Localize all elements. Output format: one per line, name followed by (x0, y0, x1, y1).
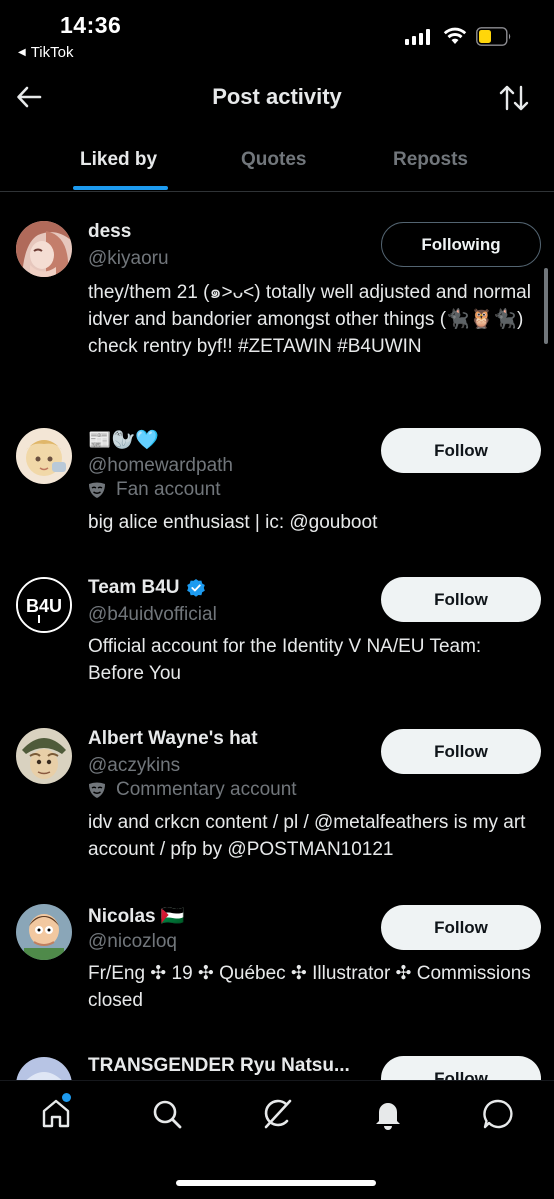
user-name[interactable]: TRANSGENDER Ryu Natsu... (88, 1055, 350, 1077)
user-handle: @b4uidvofficial (88, 604, 217, 625)
user-name[interactable]: dess (88, 221, 131, 243)
follow-button[interactable]: Follow (381, 428, 541, 473)
home-icon[interactable] (39, 1097, 73, 1131)
cellular-signal-icon (405, 29, 430, 45)
avatar[interactable]: B4U (16, 577, 72, 633)
follow-button[interactable]: Follow (381, 577, 541, 622)
back-app-label: TikTok (30, 44, 74, 61)
mask-icon (89, 782, 105, 798)
account-label: Fan account (88, 479, 221, 501)
scrollbar-thumb[interactable] (544, 268, 548, 344)
wifi-icon (443, 27, 467, 44)
search-icon[interactable] (150, 1097, 184, 1131)
user-bio: they/them 21 (๑˃ᴗ˂) totally well adjuste… (88, 282, 531, 357)
grok-icon[interactable] (260, 1097, 294, 1131)
account-label-text: Commentary account (116, 779, 297, 800)
back-triangle-icon: ◀ (18, 47, 26, 58)
user-name[interactable]: 📰🦭🩵 (88, 428, 159, 452)
user-bio: idv and crkcn content / pl / @metalfeath… (88, 812, 526, 860)
notifications-bell-icon[interactable] (371, 1097, 405, 1131)
avatar[interactable] (16, 428, 72, 484)
user-handle: @nicozloq (88, 931, 177, 952)
notification-dot (62, 1093, 71, 1102)
user-name[interactable]: Team B4U (88, 577, 206, 599)
active-tab-indicator (73, 186, 168, 190)
home-indicator[interactable] (176, 1180, 376, 1186)
activity-tabs: Liked by Quotes Reposts (0, 135, 554, 192)
verified-badge-icon (186, 579, 205, 597)
user-bio: Official account for the Identity V NA/E… (88, 636, 482, 684)
svg-text:B4U: B4U (26, 596, 62, 616)
mask-icon (89, 482, 105, 498)
avatar[interactable] (16, 904, 72, 960)
liked-by-user-list[interactable]: dess @kiyaoru Following they/them 21 (๑˃… (0, 193, 554, 1080)
account-label: Commentary account (88, 779, 297, 801)
follow-button[interactable]: Follow (381, 729, 541, 774)
user-handle: @aczykins (88, 755, 181, 776)
follow-button[interactable]: Follow (381, 1056, 541, 1080)
page-header: Post activity (0, 70, 554, 130)
following-button[interactable]: Following (381, 222, 541, 267)
tab-reposts[interactable]: Reposts (393, 149, 468, 171)
user-name[interactable]: Nicolas 🇵🇸 (88, 904, 185, 928)
sort-arrows-icon[interactable] (498, 82, 530, 114)
status-time: 14:36 (60, 12, 122, 38)
avatar[interactable] (16, 1057, 72, 1080)
battery-icon (476, 27, 511, 46)
status-bar: 14:36 ◀ TikTok (0, 0, 554, 70)
user-bio: Fr/Eng ✣ 19 ✣ Québec ✣ Illustrator ✣ Com… (88, 963, 531, 1011)
avatar[interactable] (16, 221, 72, 277)
tab-liked-by[interactable]: Liked by (80, 149, 157, 171)
avatar[interactable] (16, 728, 72, 784)
user-bio: big alice enthusiast | ic: @gouboot (88, 512, 378, 533)
messages-icon[interactable] (481, 1097, 515, 1131)
back-to-app-link[interactable]: ◀ TikTok (18, 44, 73, 61)
user-name[interactable]: Albert Wayne's hat (88, 728, 258, 750)
user-handle: @homewardpath (88, 455, 233, 476)
account-label-text: Fan account (116, 479, 221, 500)
tab-quotes[interactable]: Quotes (241, 149, 306, 171)
follow-button[interactable]: Follow (381, 905, 541, 950)
page-title: Post activity (212, 84, 342, 109)
user-handle: @kiyaoru (88, 248, 169, 269)
